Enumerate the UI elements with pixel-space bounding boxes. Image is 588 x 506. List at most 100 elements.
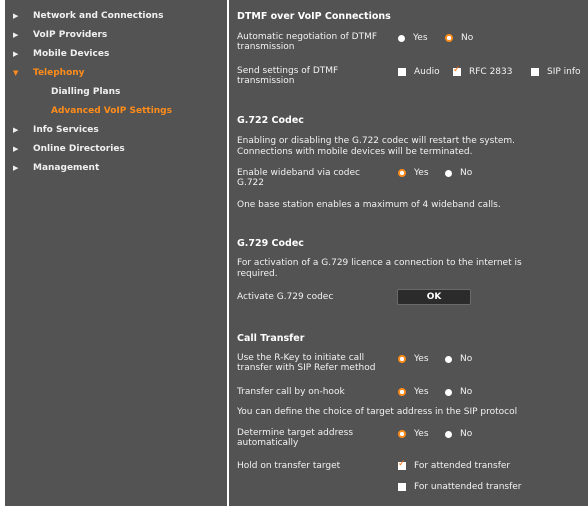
option-label: Yes bbox=[414, 387, 429, 397]
auto-negotiation-yes-radio[interactable]: Yes bbox=[398, 33, 428, 43]
sip-info-checkbox[interactable]: SIP info bbox=[531, 67, 581, 77]
option-label: RFC 2833 bbox=[469, 67, 513, 77]
nav-item-mobile-devices[interactable]: ▶ Mobile Devices bbox=[5, 46, 227, 62]
onhook-yes-radio[interactable]: Yes bbox=[398, 387, 429, 397]
note-line: required. bbox=[237, 269, 278, 279]
label-line: G.722 bbox=[237, 178, 265, 188]
label-line: transmission bbox=[237, 42, 295, 52]
radio-icon bbox=[445, 430, 452, 438]
label-line: transfer with SIP Refer method bbox=[237, 363, 376, 373]
radio-selected-icon bbox=[398, 169, 406, 177]
option-label: No bbox=[461, 33, 474, 43]
arrow-right-icon: ▶ bbox=[13, 126, 19, 134]
radio-icon bbox=[445, 355, 452, 363]
note-line: For activation of a G.729 licence a conn… bbox=[237, 258, 522, 268]
option-label: Yes bbox=[414, 354, 429, 364]
g722-restart-note: Enabling or disabling the G.722 codec wi… bbox=[237, 136, 515, 158]
audio-checkbox[interactable]: Audio bbox=[398, 67, 440, 77]
nav-sublabel: Dialling Plans bbox=[51, 87, 121, 97]
option-label: For attended transfer bbox=[414, 461, 511, 471]
option-label: Yes bbox=[413, 33, 428, 43]
arrow-right-icon: ▶ bbox=[13, 31, 19, 39]
rkey-yes-radio[interactable]: Yes bbox=[398, 354, 429, 364]
option-label: Yes bbox=[414, 429, 429, 439]
send-settings-label: Send settings of DTMF transmission bbox=[237, 66, 338, 86]
nav-label: Online Directories bbox=[33, 144, 125, 154]
nav-label: Mobile Devices bbox=[33, 49, 110, 59]
main-panel: DTMF over VoIP Connections Automatic neg… bbox=[229, 0, 588, 506]
auto-negotiation-no-radio[interactable]: No bbox=[445, 33, 473, 43]
nav-subitem-dialling-plans[interactable]: Dialling Plans bbox=[5, 84, 227, 100]
option-label: For unattended transfer bbox=[414, 482, 522, 492]
section-title-g729: G.729 Codec bbox=[237, 238, 304, 249]
nav-item-voip-providers[interactable]: ▶ VoIP Providers bbox=[5, 27, 227, 43]
option-label: Yes bbox=[414, 168, 429, 178]
onhook-transfer-label: Transfer call by on-hook bbox=[237, 387, 345, 397]
radio-icon bbox=[398, 34, 405, 42]
radio-selected-icon bbox=[398, 388, 406, 396]
option-label: SIP info bbox=[547, 67, 581, 77]
rkey-transfer-label: Use the R-Key to initiate call transfer … bbox=[237, 353, 375, 373]
note-line: Enabling or disabling the G.722 codec wi… bbox=[237, 136, 516, 146]
radio-icon bbox=[445, 169, 452, 177]
checkbox-icon bbox=[531, 68, 539, 76]
unattended-transfer-checkbox[interactable]: For unattended transfer bbox=[398, 482, 522, 492]
hold-transfer-label: Hold on transfer target bbox=[237, 461, 341, 471]
checkbox-icon bbox=[398, 483, 406, 491]
nav-subitem-advanced-voip[interactable]: Advanced VoIP Settings bbox=[5, 103, 227, 119]
nav-item-info-services[interactable]: ▶ Info Services bbox=[5, 122, 227, 138]
nav-item-online-directories[interactable]: ▶ Online Directories bbox=[5, 141, 227, 157]
radio-selected-icon bbox=[398, 430, 406, 438]
option-label: No bbox=[460, 429, 473, 439]
arrow-right-icon: ▶ bbox=[13, 164, 19, 172]
determine-target-label: Determine target address automatically bbox=[237, 428, 353, 448]
checkbox-checked-icon bbox=[398, 459, 406, 470]
checkbox-checked-icon bbox=[453, 65, 461, 76]
target-address-note: You can define the choice of target addr… bbox=[237, 407, 518, 417]
radio-selected-icon bbox=[445, 34, 453, 42]
label-line: Use the R-Key to initiate call bbox=[237, 353, 365, 363]
nav-item-management[interactable]: ▶ Management bbox=[5, 160, 227, 176]
nav-label: Management bbox=[33, 163, 100, 173]
determine-yes-radio[interactable]: Yes bbox=[398, 429, 429, 439]
nav-item-telephony[interactable]: ▼ Telephony bbox=[5, 65, 227, 81]
arrow-right-icon: ▶ bbox=[13, 12, 19, 20]
nav-label: Telephony bbox=[33, 68, 85, 78]
option-label: No bbox=[460, 168, 473, 178]
nav-sublabel: Advanced VoIP Settings bbox=[51, 106, 172, 116]
nav-label: Info Services bbox=[33, 125, 99, 135]
section-title-g722: G.722 Codec bbox=[237, 115, 304, 126]
wideband-no-radio[interactable]: No bbox=[445, 168, 472, 178]
label-line: Send settings of DTMF bbox=[237, 66, 339, 76]
attended-transfer-checkbox[interactable]: For attended transfer bbox=[398, 459, 511, 471]
radio-selected-icon bbox=[398, 355, 406, 363]
g729-licence-note: For activation of a G.729 licence a conn… bbox=[237, 258, 522, 280]
determine-no-radio[interactable]: No bbox=[445, 429, 472, 439]
arrow-right-icon: ▶ bbox=[13, 50, 19, 58]
note-line: Connections with mobile devices will be … bbox=[237, 147, 473, 157]
enable-wideband-label: Enable wideband via codec G.722 bbox=[237, 168, 360, 188]
onhook-no-radio[interactable]: No bbox=[445, 387, 472, 397]
option-label: No bbox=[460, 354, 473, 364]
nav-label: Network and Connections bbox=[33, 11, 164, 21]
activate-g729-label: Activate G.729 codec bbox=[237, 292, 334, 302]
activate-g729-ok-button[interactable]: OK bbox=[397, 289, 471, 305]
nav-item-network[interactable]: ▶ Network and Connections bbox=[5, 8, 227, 24]
section-title-call-transfer: Call Transfer bbox=[237, 333, 305, 344]
checkbox-icon bbox=[398, 68, 406, 76]
sidebar-nav: ▶ Network and Connections ▶ VoIP Provide… bbox=[5, 0, 227, 506]
nav-label: VoIP Providers bbox=[33, 30, 108, 40]
wideband-max-note: One base station enables a maximum of 4 … bbox=[237, 200, 501, 210]
rkey-no-radio[interactable]: No bbox=[445, 354, 472, 364]
label-line: transmission bbox=[237, 76, 295, 86]
label-line: Enable wideband via codec bbox=[237, 168, 360, 178]
label-line: Automatic negotiation of DTMF bbox=[237, 32, 378, 42]
auto-negotiation-label: Automatic negotiation of DTMF transmissi… bbox=[237, 32, 377, 52]
option-label: No bbox=[460, 387, 473, 397]
wideband-yes-radio[interactable]: Yes bbox=[398, 168, 429, 178]
label-line: Determine target address bbox=[237, 428, 354, 438]
arrow-down-icon: ▼ bbox=[13, 69, 19, 77]
rfc2833-checkbox[interactable]: RFC 2833 bbox=[453, 65, 513, 77]
option-label: Audio bbox=[414, 67, 440, 77]
arrow-right-icon: ▶ bbox=[13, 145, 19, 153]
